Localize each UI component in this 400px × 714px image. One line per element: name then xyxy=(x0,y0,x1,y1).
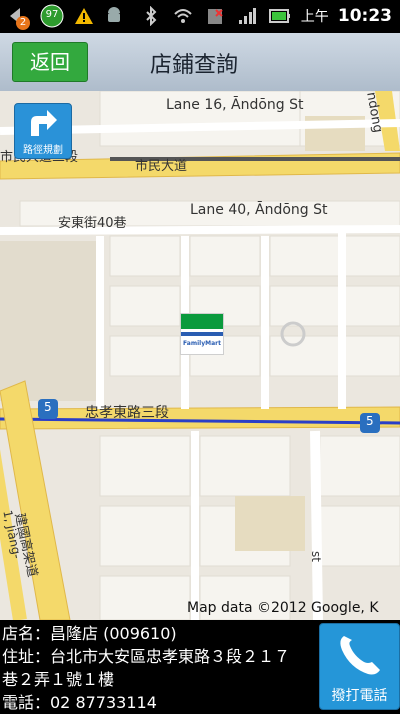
store-address-line2: 巷２弄１號１樓 xyxy=(2,670,115,689)
usb-icon: 2 xyxy=(6,4,30,30)
battery-icon xyxy=(268,6,290,26)
wifi-icon xyxy=(173,6,193,26)
route-shield-5-right: 5 xyxy=(366,414,374,428)
store-location-marker[interactable]: FamilyMart xyxy=(180,313,224,355)
page-title: 店鋪查詢 xyxy=(150,53,239,78)
battery-percent-icon: 97 xyxy=(40,4,64,28)
route-planning-label: 路徑規劃 xyxy=(23,145,63,156)
sim-missing-icon xyxy=(205,6,225,26)
phone-icon xyxy=(334,630,384,684)
notification-count-badge: 2 xyxy=(16,16,30,30)
title-bar: 返回 店鋪查詢 xyxy=(0,33,400,91)
street-label-vertical-right: st xyxy=(309,551,323,562)
street-label-lane16: Lane 16, Āndōng St xyxy=(166,97,304,113)
familymart-logo-icon xyxy=(181,314,223,329)
clock: 10:23 xyxy=(337,6,392,26)
back-button[interactable]: 返回 xyxy=(12,42,88,82)
map-view[interactable]: Lane 16, Āndōng St 市民大道三段 市民大道 安東街40巷 La… xyxy=(0,91,400,620)
marker-brand-text: FamilyMart xyxy=(183,340,221,347)
street-label-andong-40-zh: 安東街40巷 xyxy=(58,216,127,231)
route-planning-button[interactable]: 路徑規劃 xyxy=(14,103,72,159)
battery-percent-label: 97 xyxy=(45,9,59,20)
store-info-panel: 店名：昌隆店 (009610) 住址：台北市大安區忠孝東路３段２１７ 巷２弄１號… xyxy=(0,620,400,712)
street-label-lane40: Lane 40, Āndōng St xyxy=(190,202,328,218)
warning-icon xyxy=(74,6,94,26)
time-ampm: 上午 xyxy=(300,9,329,25)
map-canvas xyxy=(0,91,400,620)
signal-icon xyxy=(237,6,257,26)
store-name: 店名：昌隆店 (009610) xyxy=(2,624,177,643)
bluetooth-icon xyxy=(141,5,161,27)
call-button[interactable]: 撥打電話 xyxy=(319,623,400,710)
map-attribution: Map data ©2012 Google, K xyxy=(187,600,379,616)
android-icon xyxy=(104,6,124,26)
street-label-zhongxiao: 忠孝東路三段 xyxy=(85,405,169,421)
street-label-shimin: 市民大道 xyxy=(135,159,188,174)
status-bar: 2 97 上午 10:23 xyxy=(0,0,400,33)
route-shield-5-left: 5 xyxy=(44,400,52,414)
store-address-line1: 住址：台北市大安區忠孝東路３段２１７ xyxy=(2,647,291,666)
call-button-label: 撥打電話 xyxy=(331,688,388,704)
